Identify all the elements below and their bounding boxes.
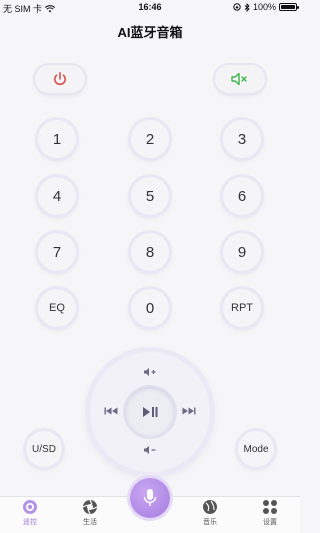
voice-button[interactable]: [130, 478, 170, 518]
play-pause-button[interactable]: [125, 387, 175, 437]
power-icon: [54, 71, 66, 86]
grid-settings-icon: [263, 500, 277, 514]
bluetooth-icon: [244, 2, 250, 12]
music-globe-icon: [203, 500, 217, 514]
status-right: 100%: [233, 2, 299, 12]
key-6-button[interactable]: 6: [223, 177, 261, 215]
usd-button[interactable]: U/SD: [26, 431, 62, 467]
eq-button[interactable]: EQ: [38, 289, 76, 327]
microphone-icon: [143, 489, 157, 506]
key-4-button[interactable]: 4: [38, 177, 76, 215]
key-3-button[interactable]: 3: [223, 120, 261, 158]
aperture-icon: [82, 499, 98, 515]
key-5-button[interactable]: 5: [131, 177, 169, 215]
key-label: 8: [145, 243, 155, 261]
tab-label: 生活: [83, 519, 97, 526]
repeat-label: RPT: [231, 302, 253, 314]
previous-track-icon: [104, 407, 118, 415]
key-label: 3: [237, 130, 247, 148]
tab-label: 遥控: [23, 519, 37, 526]
rotation-lock-icon: [233, 3, 241, 11]
key-8-button[interactable]: 8: [131, 233, 169, 271]
key-label: 6: [237, 187, 247, 205]
mode-label: Mode: [243, 443, 269, 455]
key-0-button[interactable]: 0: [131, 289, 169, 327]
play-pause-icon: [143, 407, 158, 417]
key-1-button[interactable]: 1: [38, 120, 76, 158]
status-bar: 无 SIM 卡 16:46 100%: [0, 0, 300, 14]
page-title: AI蓝牙音箱: [117, 25, 183, 40]
next-track-icon: [182, 407, 196, 415]
power-button[interactable]: [35, 65, 85, 93]
previous-button[interactable]: [102, 404, 120, 418]
tab-remote[interactable]: 遥控: [5, 499, 55, 533]
remote-icon: [23, 500, 37, 514]
key-label: 7: [52, 243, 62, 261]
battery-percent: 100%: [252, 2, 276, 12]
repeat-button[interactable]: RPT: [223, 289, 261, 327]
tab-music[interactable]: 音乐: [185, 499, 235, 533]
usd-label: U/SD: [32, 443, 56, 455]
volume-up-icon: [144, 368, 156, 376]
tab-label: 设置: [263, 519, 277, 526]
next-button[interactable]: [180, 404, 198, 418]
volume-down-icon: [144, 446, 156, 454]
tab-label: 音乐: [203, 519, 217, 526]
key-label: 0: [145, 299, 155, 317]
key-label: 2: [145, 130, 155, 148]
key-7-button[interactable]: 7: [38, 233, 76, 271]
key-9-button[interactable]: 9: [223, 233, 261, 271]
mode-button[interactable]: Mode: [238, 431, 274, 467]
key-label: 1: [52, 130, 62, 148]
mute-button[interactable]: [215, 65, 265, 93]
key-label: 9: [237, 243, 247, 261]
volume-up-button[interactable]: [141, 365, 159, 379]
battery-icon: [279, 3, 299, 11]
tab-life[interactable]: 生活: [65, 499, 115, 533]
volume-down-button[interactable]: [141, 443, 159, 457]
key-2-button[interactable]: 2: [131, 120, 169, 158]
eq-label: EQ: [49, 302, 65, 314]
key-label: 4: [52, 187, 62, 205]
key-label: 5: [145, 187, 155, 205]
tab-settings[interactable]: 设置: [245, 499, 295, 533]
speaker-mute-icon: [231, 72, 247, 86]
